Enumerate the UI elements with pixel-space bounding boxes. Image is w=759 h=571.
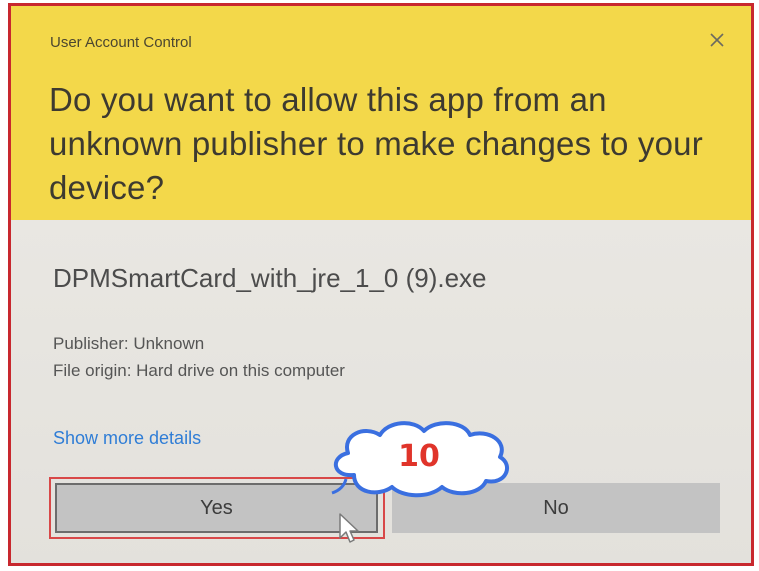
publisher-info: Publisher: Unknown [53, 334, 205, 353]
no-button[interactable]: No [392, 483, 720, 533]
uac-dialog: User Account Control Do you want to allo… [8, 3, 754, 566]
yes-button[interactable]: Yes [55, 483, 378, 533]
show-more-details-link[interactable]: Show more details [53, 428, 201, 449]
file-origin-info: File origin: Hard drive on this computer [53, 361, 345, 380]
close-icon[interactable] [703, 26, 731, 54]
file-name: DPMSmartCard_with_jre_1_0 (9).exe [53, 263, 487, 293]
dialog-question: Do you want to allow this app from an un… [49, 81, 703, 206]
step-number-label: 10 [398, 439, 440, 474]
dialog-title: User Account Control [50, 34, 192, 51]
dialog-header: User Account Control Do you want to allo… [11, 6, 751, 220]
dialog-body: DPMSmartCard_with_jre_1_0 (9).exe Publis… [11, 220, 751, 563]
